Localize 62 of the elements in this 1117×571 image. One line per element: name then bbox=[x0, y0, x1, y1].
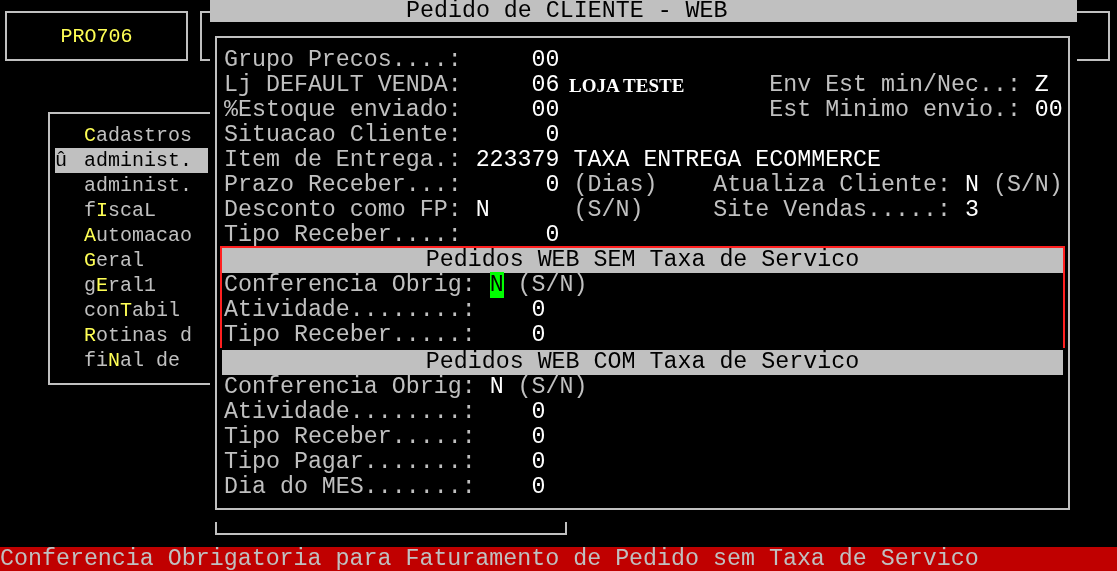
field-label: Tipo Receber.....: bbox=[224, 323, 477, 348]
status-message: Conferencia Obrigatoria para Faturamento de Pedido sem Taxa de Servico bbox=[0, 546, 979, 571]
menu-item[interactable]: û administ. bbox=[55, 148, 208, 173]
field-value[interactable]: 00 bbox=[1034, 98, 1063, 123]
field-value[interactable]: 0 bbox=[531, 297, 546, 323]
field-value[interactable]: 0 bbox=[545, 222, 560, 248]
field-label: Dia do MES.......: bbox=[224, 475, 477, 500]
field-value[interactable]: 0 bbox=[531, 474, 546, 500]
field-value[interactable]: 0 bbox=[531, 399, 546, 425]
unit-label: (S/N) bbox=[517, 273, 588, 298]
field-label: %Estoque enviado: bbox=[224, 98, 463, 123]
unit-label: (S/N) bbox=[573, 198, 644, 223]
field-label: Atividade........: bbox=[224, 400, 477, 425]
unit-label: (S/N) bbox=[517, 375, 588, 400]
field-value[interactable]: 3 bbox=[964, 198, 979, 223]
menu-item[interactable]: Geral bbox=[55, 248, 208, 273]
menu-item[interactable]: administ. bbox=[55, 173, 208, 198]
field-label: Env Est min/Nec..: bbox=[769, 73, 1021, 98]
field-value[interactable]: N bbox=[964, 173, 979, 198]
section-header: Pedidos WEB COM Taxa de Servico bbox=[222, 350, 1063, 375]
menu-item[interactable]: Cadastros bbox=[55, 123, 208, 148]
program-code: PRO706 bbox=[60, 23, 133, 49]
menu-item[interactable]: Rotinas d bbox=[55, 323, 208, 348]
menu-item[interactable]: fIscaL bbox=[55, 198, 208, 223]
field-value[interactable]: N bbox=[475, 197, 490, 223]
field-value[interactable]: 00 bbox=[531, 47, 560, 73]
field-value[interactable]: 0 bbox=[531, 322, 546, 348]
field-label: Conferencia Obrig: bbox=[224, 375, 477, 400]
field-label: Prazo Receber...: bbox=[224, 173, 463, 198]
field-description: LOJA TESTE bbox=[569, 74, 685, 98]
menu-item[interactable]: fiNal de bbox=[55, 348, 208, 373]
field-label: Desconto como FP: bbox=[224, 198, 463, 223]
menu-item[interactable]: conTabil bbox=[55, 298, 208, 323]
field-value[interactable]: 00 bbox=[531, 97, 560, 123]
field-label: Conferencia Obrig: bbox=[224, 273, 477, 298]
field-value[interactable]: N bbox=[489, 272, 504, 298]
field-label: Site Vendas.....: bbox=[713, 198, 951, 223]
field-label: Item de Entrega.: bbox=[224, 148, 463, 173]
section-header: Pedidos WEB SEM Taxa de Servico bbox=[222, 248, 1063, 273]
field-value[interactable]: 0 bbox=[531, 424, 546, 450]
field-label: Atualiza Cliente: bbox=[713, 173, 951, 198]
field-label: Tipo Receber.....: bbox=[224, 425, 477, 450]
field-label: Lj DEFAULT VENDA: bbox=[224, 73, 463, 98]
field-value[interactable]: Z bbox=[1034, 73, 1049, 98]
field-value[interactable]: 06 bbox=[531, 72, 560, 98]
menu-item[interactable]: gEral1 bbox=[55, 273, 208, 298]
field-label: Grupo Precos....: bbox=[224, 48, 463, 73]
field-value[interactable]: N bbox=[489, 374, 504, 400]
unit-label: (S/N) bbox=[992, 173, 1063, 198]
field-description: TAXA ENTREGA ECOMMERCE bbox=[573, 148, 882, 173]
unit-label: (Dias) bbox=[573, 173, 658, 198]
field-label: Atividade........: bbox=[224, 298, 477, 323]
field-value[interactable]: 0 bbox=[545, 172, 560, 198]
menu-item[interactable]: Automacao bbox=[55, 223, 208, 248]
field-value[interactable]: 0 bbox=[545, 122, 560, 148]
field-label: Est Minimo envio.: bbox=[769, 98, 1021, 123]
field-value[interactable]: 0 bbox=[531, 449, 546, 475]
dialog-title: Pedido de CLIENTE - WEB bbox=[406, 0, 728, 24]
field-label: Tipo Receber....: bbox=[224, 223, 463, 248]
field-label: Tipo Pagar.......: bbox=[224, 450, 477, 475]
field-value[interactable]: 223379 bbox=[475, 147, 560, 173]
field-label: Situacao Cliente: bbox=[224, 123, 463, 148]
